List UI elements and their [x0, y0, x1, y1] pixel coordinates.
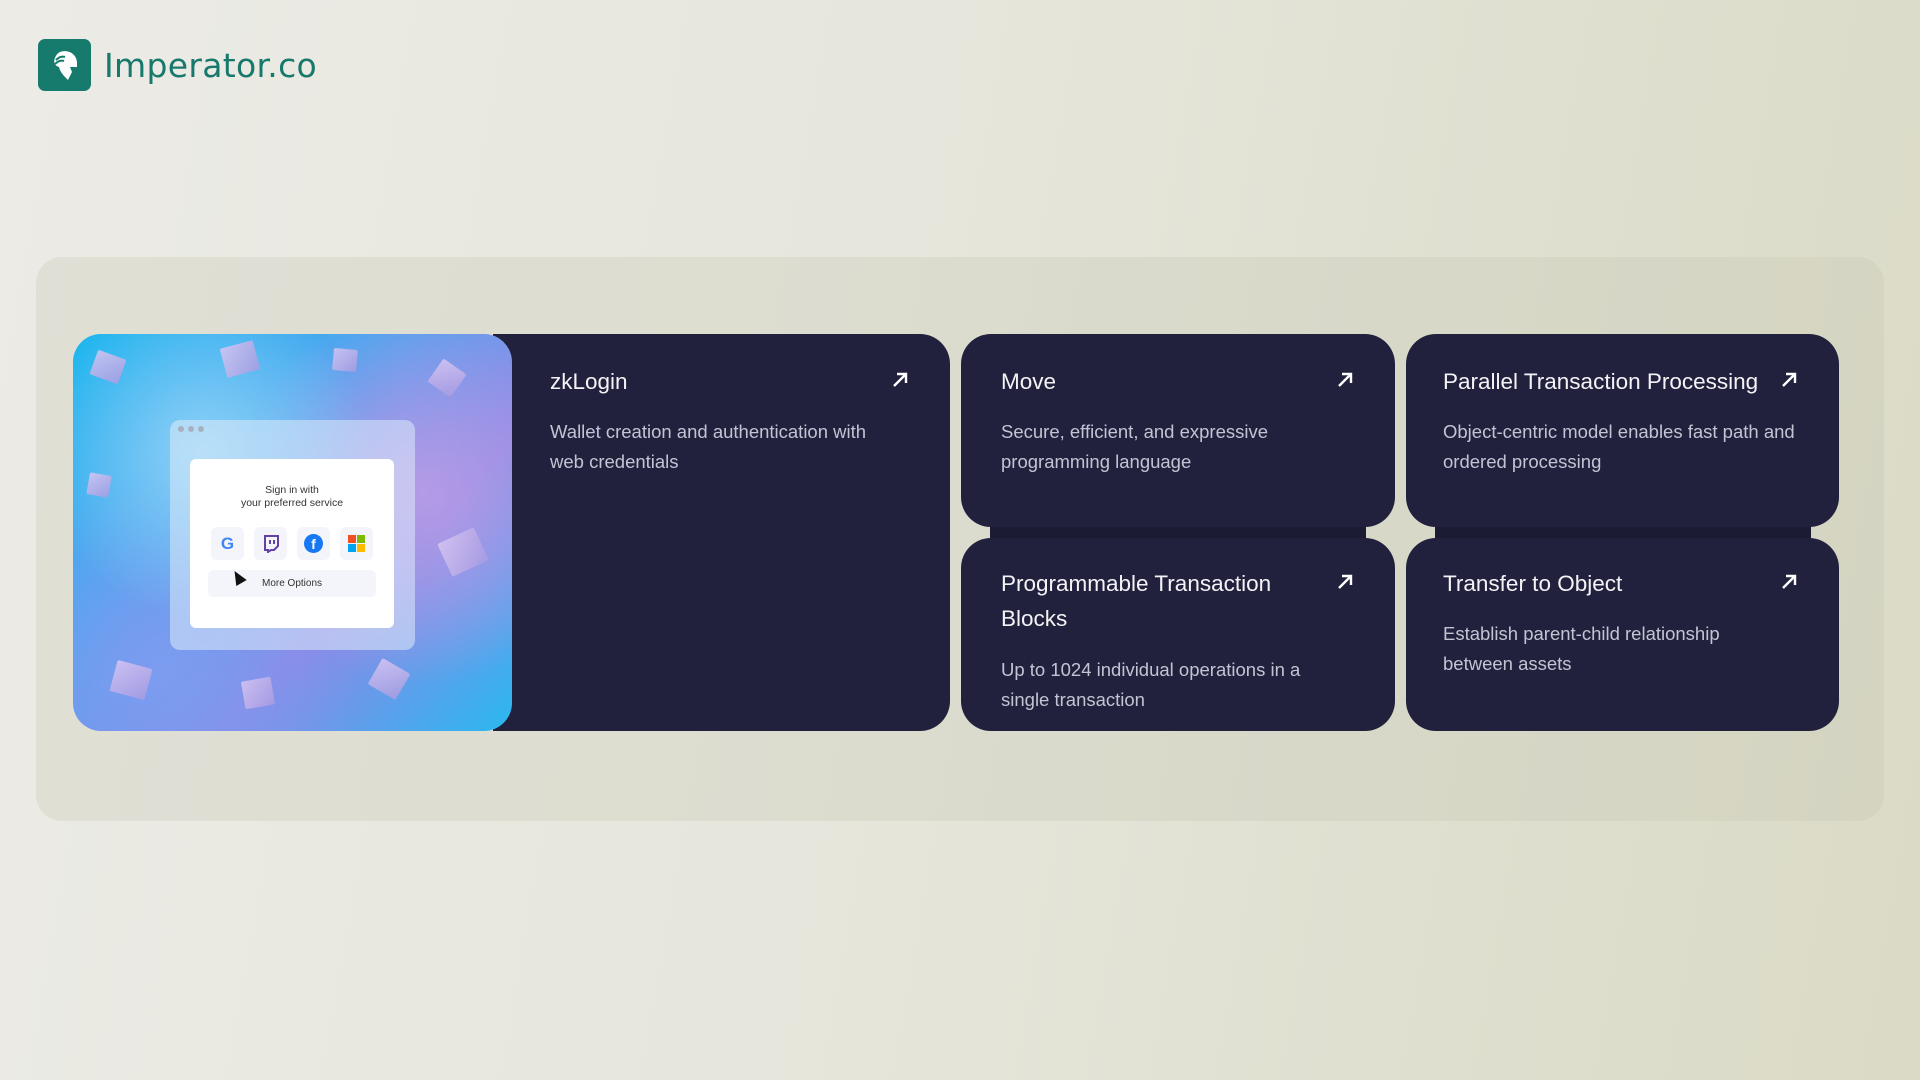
google-icon[interactable]: G [211, 527, 244, 560]
feature-title: Transfer to Object [1443, 571, 1623, 596]
feature-description: Object-centric model enables fast path a… [1443, 421, 1795, 472]
feature-card-transfer-to-object[interactable]: Transfer to Object Establish parent-chil… [1406, 538, 1839, 731]
feature-title: Parallel Transaction Processing [1443, 369, 1759, 394]
feature-card-parallel-transaction-processing[interactable]: Parallel Transaction Processing Object-c… [1406, 334, 1839, 527]
arrow-up-right-icon[interactable] [890, 370, 910, 390]
arrow-up-right-icon[interactable] [1779, 572, 1799, 592]
arrow-up-right-icon[interactable] [1335, 370, 1355, 390]
feature-description: Up to 1024 individual operations in a si… [1001, 659, 1301, 710]
brand-logo[interactable]: Imperator.co [38, 39, 317, 91]
arrow-up-right-icon[interactable] [1335, 572, 1355, 592]
feature-title: Move [1001, 369, 1057, 394]
twitch-icon[interactable] [254, 527, 287, 560]
feature-description: Establish parent-child relationship betw… [1443, 623, 1720, 674]
signin-title: Sign in with [265, 484, 319, 496]
spartan-helmet-icon [38, 39, 91, 91]
feature-card-zklogin[interactable]: zkLogin Wallet creation and authenticati… [493, 334, 950, 731]
signin-dialog: Sign in with your preferred service G f … [190, 459, 394, 628]
arrow-up-right-icon[interactable] [1779, 370, 1799, 390]
brand-name: Imperator.co [104, 45, 318, 85]
signin-subtitle: your preferred service [240, 497, 344, 509]
feature-title: Programmable Transaction Blocks [1001, 571, 1272, 631]
feature-card-move[interactable]: Move Secure, efficient, and expressive p… [961, 334, 1395, 527]
zklogin-illustration: Sign in with your preferred service G f … [73, 334, 512, 731]
feature-title: zkLogin [550, 369, 628, 394]
facebook-icon[interactable]: f [297, 527, 330, 560]
signin-window: Sign in with your preferred service G f … [170, 420, 415, 650]
feature-card-programmable-transaction-blocks[interactable]: Programmable Transaction Blocks Up to 10… [961, 538, 1395, 731]
window-dots [178, 426, 204, 432]
feature-description: Secure, efficient, and expressive progra… [1001, 421, 1269, 472]
microsoft-icon[interactable] [340, 527, 373, 560]
feature-description: Wallet creation and authentication with … [550, 421, 867, 472]
